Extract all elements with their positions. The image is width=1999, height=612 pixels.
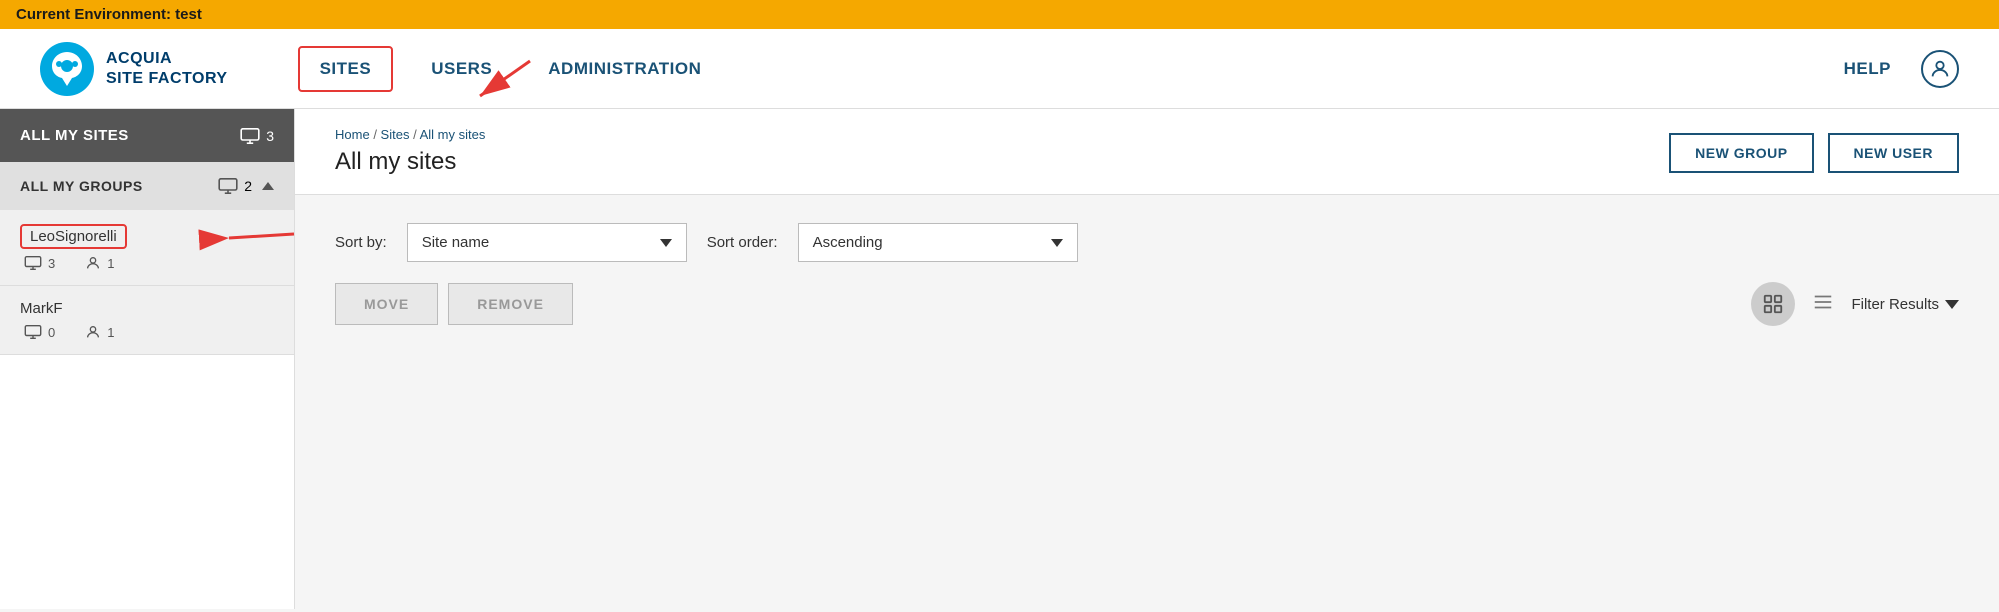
sidebar-group-markf-name: MarkF [20, 300, 63, 317]
person-icon-leo [85, 255, 101, 271]
groups-collapse-icon [262, 182, 274, 190]
remove-button[interactable]: REMOVE [448, 283, 573, 325]
sidebar-group-markf-stats: 0 1 [20, 324, 274, 340]
nav-item-users[interactable]: USERS [403, 29, 520, 109]
new-group-button[interactable]: NEW GROUP [1669, 133, 1813, 173]
breadcrumb-sites[interactable]: Sites [381, 127, 410, 142]
logo-icon [40, 42, 94, 96]
monitor-icon-leo [24, 256, 42, 270]
sidebar-all-my-groups-label: ALL MY GROUPS [20, 178, 143, 194]
list-icon [1811, 291, 1835, 313]
sort-order-arrow-icon [1051, 239, 1063, 247]
group-arrow-annotation [214, 224, 304, 254]
environment-bar: Current Environment: test [0, 0, 1999, 29]
logo-text: ACQUIA SITE FACTORY [106, 49, 228, 87]
main-layout: ALL MY SITES 3 ALL MY GROUPS [0, 109, 1999, 609]
sidebar-all-my-sites[interactable]: ALL MY SITES 3 [0, 109, 294, 162]
list-view-button[interactable] [1811, 291, 1835, 318]
logo: ACQUIA SITE FACTORY [40, 42, 228, 96]
sort-by-value: Site name [422, 234, 652, 251]
sidebar-group-leosignorelli-stats: 3 1 [20, 255, 274, 271]
filter-results-label: Filter Results [1851, 296, 1939, 313]
sidebar-all-my-groups-count: 2 [218, 178, 252, 194]
sort-by-label: Sort by: [335, 234, 387, 251]
user-icon [1929, 58, 1951, 80]
sidebar: ALL MY SITES 3 ALL MY GROUPS [0, 109, 295, 609]
breadcrumb-home[interactable]: Home [335, 127, 370, 142]
nav-item-sites[interactable]: SITES [298, 46, 394, 92]
markf-users: 1 [85, 324, 114, 340]
main-nav: SITES USERS ADMINISTRATION [288, 29, 1844, 109]
sort-order-label: Sort order: [707, 234, 778, 251]
page-info: Home / Sites / All my sites All my sites [335, 127, 485, 176]
grid-icon [1762, 293, 1784, 315]
content-header: Home / Sites / All my sites All my sites… [295, 109, 1999, 195]
grid-view-button[interactable] [1751, 282, 1795, 326]
sort-order-select[interactable]: Ascending [798, 223, 1078, 262]
leosignorelli-sites: 3 [24, 256, 55, 271]
user-avatar[interactable] [1921, 50, 1959, 88]
breadcrumb-all-my-sites: All my sites [420, 127, 486, 142]
move-button[interactable]: MOVE [335, 283, 438, 325]
environment-bar-text: Current Environment: test [16, 6, 202, 23]
header-right: HELP [1844, 50, 1959, 88]
sidebar-all-my-sites-count: 3 [240, 128, 274, 144]
view-controls: Filter Results [1751, 282, 1959, 326]
sort-by-select[interactable]: Site name [407, 223, 687, 262]
action-buttons: MOVE REMOVE [335, 283, 573, 325]
action-bar: MOVE REMOVE [295, 262, 1999, 346]
sort-by-arrow-icon [660, 239, 672, 247]
sidebar-all-my-sites-label: ALL MY SITES [20, 127, 129, 144]
sort-order-value: Ascending [813, 234, 1043, 251]
monitor-icon-groups [218, 178, 238, 194]
filter-results-button[interactable]: Filter Results [1851, 296, 1959, 313]
monitor-icon-markf [24, 325, 42, 339]
filter-bar: Sort by: Site name Sort order: Ascending [295, 195, 1999, 262]
new-user-button[interactable]: NEW USER [1828, 133, 1959, 173]
markf-sites: 0 [24, 325, 55, 340]
breadcrumb: Home / Sites / All my sites [335, 127, 485, 142]
sidebar-all-my-groups[interactable]: ALL MY GROUPS 2 [0, 162, 294, 210]
sidebar-group-leosignorelli-name: LeoSignorelli [20, 224, 127, 249]
header: ACQUIA SITE FACTORY SITES USERS ADMINIST… [0, 29, 1999, 109]
page-title: All my sites [335, 148, 485, 176]
content: Home / Sites / All my sites All my sites… [295, 109, 1999, 609]
sidebar-group-markf[interactable]: MarkF 0 1 [0, 286, 294, 355]
nav-item-administration[interactable]: ADMINISTRATION [520, 29, 729, 109]
leosignorelli-users: 1 [85, 255, 114, 271]
monitor-icon-sites [240, 128, 260, 144]
header-buttons: NEW GROUP NEW USER [1669, 133, 1959, 173]
sidebar-group-leosignorelli[interactable]: LeoSignorelli 3 1 [0, 210, 294, 286]
person-icon-markf [85, 324, 101, 340]
filter-chevron-icon [1945, 300, 1959, 309]
help-link[interactable]: HELP [1844, 59, 1891, 79]
